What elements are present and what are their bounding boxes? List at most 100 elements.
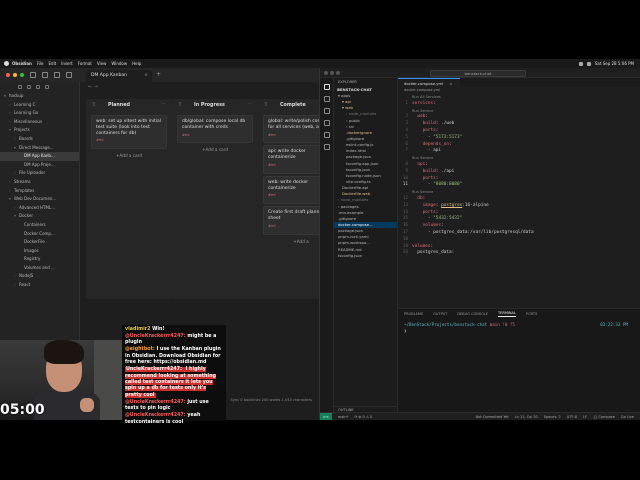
lane-header[interactable]: ⠿Complete⋯ — [258, 99, 319, 113]
chat-username[interactable]: vladimir2 — [125, 327, 150, 332]
tree-item[interactable]: › File Uploader — [0, 169, 79, 178]
status-item[interactable]: LF — [583, 415, 587, 419]
tree-item[interactable]: › React — [0, 281, 79, 290]
panel-tab-terminal[interactable]: TERMINAL — [498, 311, 516, 317]
tree-item[interactable]: DM App Proje... — [0, 161, 79, 170]
tree-item[interactable]: DockerFile — [0, 238, 79, 247]
new-folder-icon[interactable] — [27, 85, 31, 89]
drag-handle-icon[interactable]: ⠿ — [264, 103, 268, 108]
close-window-button[interactable] — [324, 71, 328, 75]
terminal[interactable]: ~/BenStack/Projects/benstack-chat main !… — [398, 319, 640, 337]
zoom-window-button[interactable] — [336, 71, 340, 75]
tree-item[interactable]: › Streams — [0, 178, 79, 187]
sync-problems-indicator[interactable]: ⟳ ⊗ 0 ⚠ 0 — [354, 415, 372, 419]
sidebar-toggle-icon[interactable] — [30, 72, 36, 78]
chat-username[interactable]: @UncleKrackerrr4247: — [125, 334, 186, 339]
new-note-icon[interactable] — [18, 85, 22, 89]
card-tag[interactable]: #mi — [182, 133, 248, 139]
close-tab-icon[interactable]: × — [449, 81, 452, 86]
drag-handle-icon[interactable]: ⠿ — [92, 103, 96, 108]
explorer-icon[interactable] — [323, 84, 330, 90]
tree-item[interactable]: › Learning C — [0, 101, 79, 110]
kanban-card[interactable]: Create first draft planning sheet #mi — [263, 206, 319, 235]
sort-icon[interactable] — [36, 85, 40, 89]
status-item[interactable]: UTF-8 — [567, 415, 577, 419]
nav-arrows[interactable]: ← → — [80, 82, 319, 92]
menu-item-view[interactable]: View — [97, 61, 107, 66]
branch-indicator[interactable]: main* — [338, 415, 349, 419]
tree-item[interactable]: ▾ Docker — [0, 212, 79, 221]
project-root[interactable]: BENSTACK-CHAT — [334, 86, 397, 93]
chat-username[interactable]: UncleKrackerrr4247: — [125, 367, 183, 373]
wifi-icon[interactable] — [578, 61, 583, 66]
run-debug-icon[interactable] — [323, 120, 330, 126]
minimize-window-button[interactable] — [13, 73, 17, 77]
card-tag[interactable]: #mi — [268, 224, 319, 230]
chat-username[interactable]: @eightbot: — [125, 347, 155, 352]
menu-item-edit[interactable]: Edit — [49, 61, 57, 66]
codelens[interactable]: Run Service — [398, 189, 640, 196]
file-tree-item[interactable]: tsconfig.json — [334, 253, 397, 259]
status-item[interactable]: Not Committed Yet — [476, 415, 509, 419]
card-tag[interactable]: #mi — [268, 163, 319, 169]
new-tab-button[interactable]: + — [156, 71, 161, 78]
menu-item-window[interactable]: Window — [111, 61, 127, 66]
kanban-card[interactable]: web: set up vitest with initial test sui… — [91, 115, 167, 150]
add-card-button[interactable]: +Add a — [258, 239, 319, 244]
source-control-icon[interactable] — [323, 108, 330, 114]
editor-tab-docker-compose[interactable]: docker-compose.yml × — [398, 78, 461, 87]
tree-item[interactable]: Volumes and ... — [0, 264, 79, 273]
card-tag[interactable]: #mi — [268, 133, 319, 139]
codelens[interactable]: Run All Services — [398, 94, 640, 101]
tree-item[interactable]: › Advanced HTML... — [0, 204, 79, 213]
search-icon[interactable] — [54, 72, 60, 78]
status-item[interactable]: Go Live — [621, 415, 634, 419]
remote-indicator[interactable]: >< — [320, 412, 332, 420]
panel-tab-ports[interactable]: PORTS — [526, 312, 537, 316]
code-lines[interactable]: Run All Services 1 services: Run Service 2 w… — [398, 94, 640, 257]
panel-tab-problems[interactable]: PROBLEMS — [404, 312, 423, 316]
tree-item[interactable]: › NodeJS — [0, 272, 79, 281]
tree-item[interactable]: ▾ hackup — [0, 92, 79, 101]
status-item[interactable]: Ln 11, Col 20 — [515, 415, 538, 419]
lane-header[interactable]: ⠿ Planned ⋯ — [86, 99, 172, 113]
tree-item[interactable]: Containers — [0, 221, 79, 230]
menu-item-insert[interactable]: Insert — [61, 61, 72, 66]
menu-item-file[interactable]: File — [37, 61, 44, 66]
tree-item[interactable]: ▾ Direct Message... — [0, 144, 79, 153]
tree-item[interactable]: › Miscellaneous — [0, 118, 79, 127]
kanban-card[interactable]: global: write/polish compose for all ser… — [263, 115, 319, 144]
tree-item[interactable]: Docker Comp... — [0, 230, 79, 239]
menubar-datetime[interactable]: Sat Sep 28 5:06 PM — [595, 61, 634, 66]
lane-menu-icon[interactable]: ⋯ — [161, 102, 166, 107]
zoom-window-button[interactable] — [20, 73, 24, 77]
chat-username[interactable]: @UncleKrackerrr4247: — [125, 413, 186, 418]
folder-icon[interactable] — [42, 72, 48, 78]
collapse-icon[interactable] — [45, 85, 49, 89]
panel-tab-output[interactable]: OUTPUT — [433, 312, 447, 316]
tree-item[interactable]: ▾ Web Dev Documen... — [0, 195, 79, 204]
menu-item-obsidian[interactable]: Obsidian — [12, 61, 32, 66]
chat-username[interactable]: @UncleKrackerrr4247: — [125, 400, 186, 405]
codelens[interactable]: Run Service — [398, 155, 640, 162]
battery-icon[interactable] — [586, 61, 591, 66]
menu-item-format[interactable]: Format — [78, 61, 92, 66]
tree-item[interactable]: › Boards — [0, 135, 79, 144]
lane-menu-icon[interactable]: ⋯ — [247, 102, 252, 107]
minimize-window-button[interactable] — [330, 71, 334, 75]
extensions-icon[interactable] — [323, 132, 330, 138]
status-item[interactable]: Spaces: 2 — [544, 415, 561, 419]
breadcrumb[interactable]: docker-compose.yml — [398, 87, 640, 94]
add-card-button[interactable]: +Add a card — [86, 153, 172, 158]
close-tab-icon[interactable]: × — [144, 73, 148, 78]
codelens[interactable]: Run Service — [398, 108, 640, 115]
card-tag[interactable]: #mi — [268, 193, 319, 199]
command-center-search[interactable]: benstack-chat — [430, 70, 526, 77]
status-item[interactable]: {} Compose — [593, 415, 615, 419]
tree-item[interactable]: ▾ Projects — [0, 126, 79, 135]
tree-item[interactable]: › Templates — [0, 187, 79, 196]
tab-dm-app-kanban[interactable]: DM App Kanban × — [86, 70, 152, 82]
kanban-card[interactable]: db/global: compose local db container wi… — [177, 115, 253, 144]
docker-icon[interactable] — [323, 144, 330, 150]
panel-tab-debug-console[interactable]: DEBUG CONSOLE — [457, 312, 488, 316]
